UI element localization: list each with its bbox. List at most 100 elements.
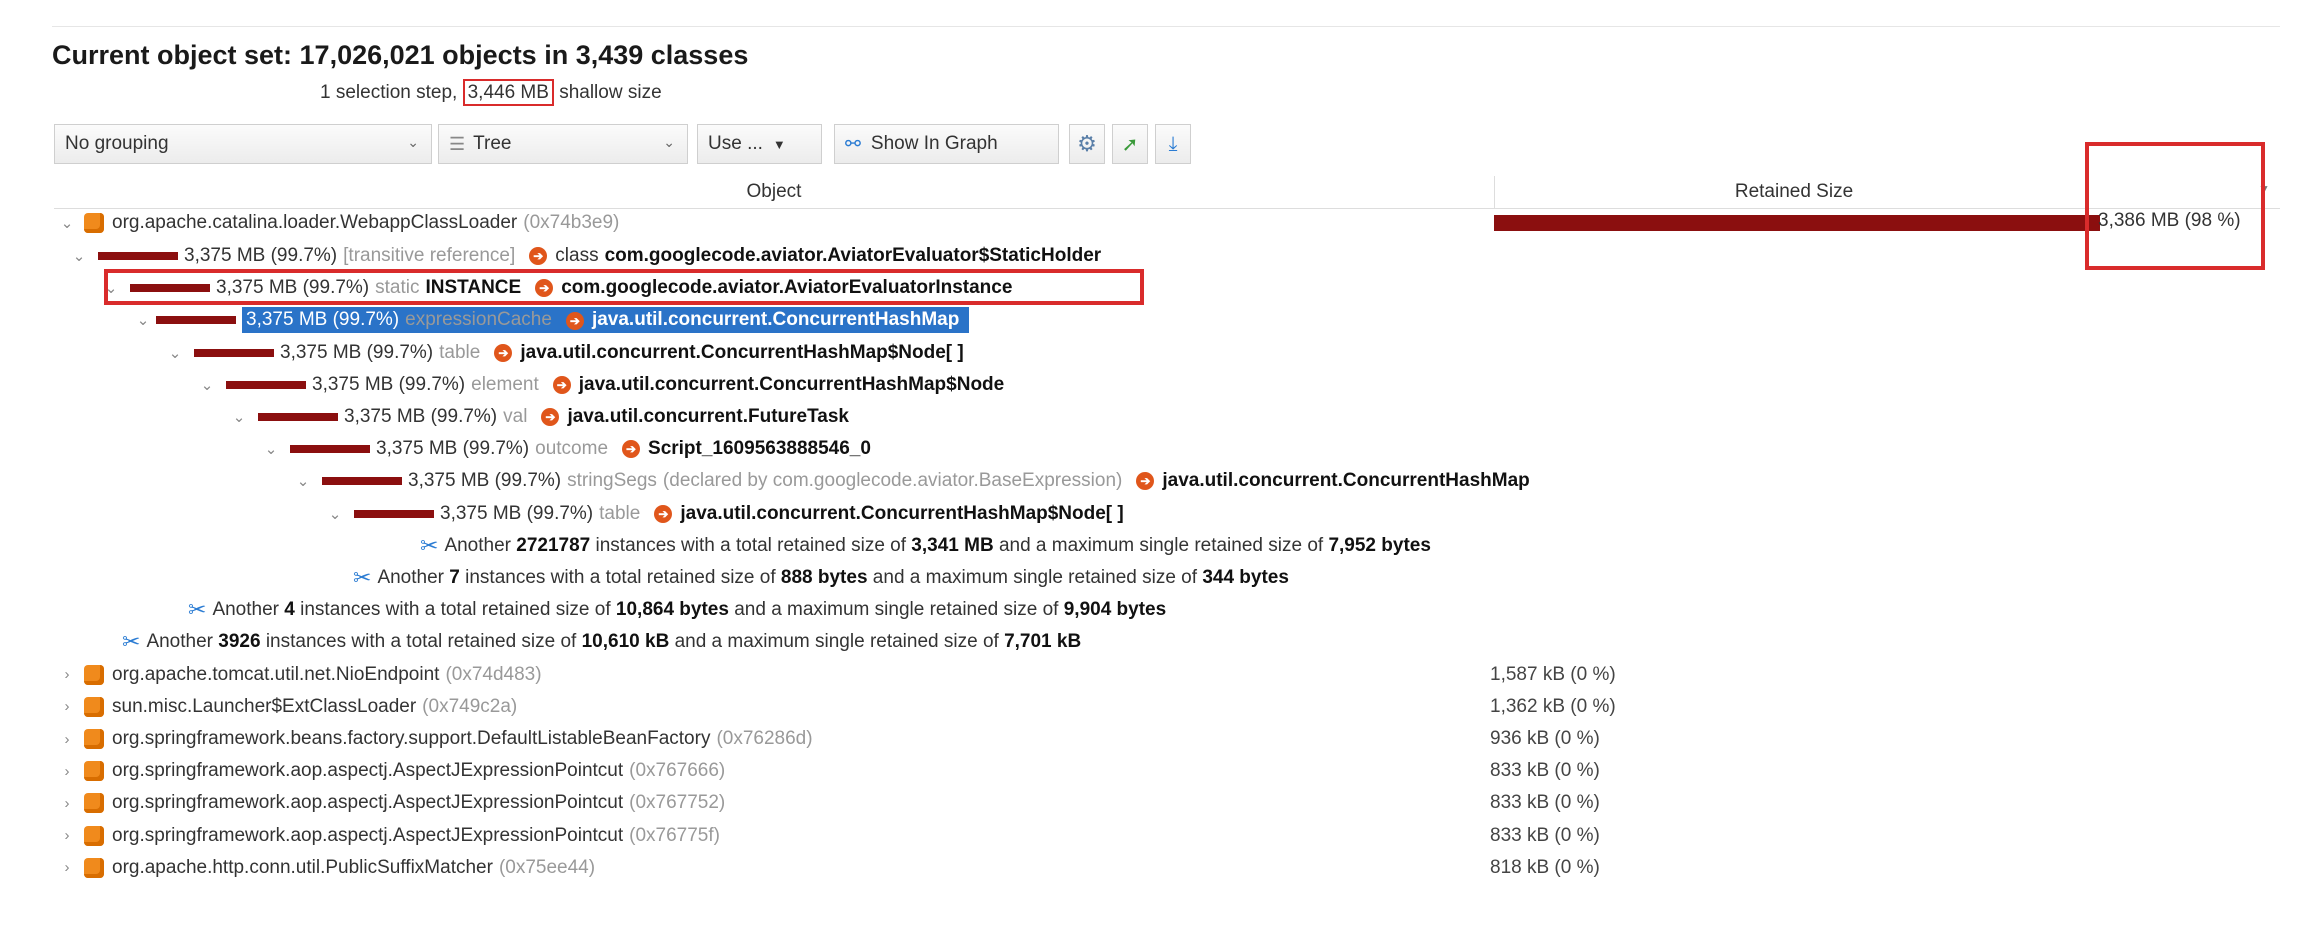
table-row[interactable]: ⌄ 3,375 MB (99.7%) stringSegs (declared by … [0, 466, 2310, 496]
table-row[interactable]: ⌄ 3,375 MB (99.7%) [transitive reference] ➔… [0, 241, 2310, 271]
class-cube-icon [84, 729, 104, 749]
column-header-retained-size[interactable]: Retained Size [1494, 176, 2094, 208]
selected-node[interactable]: 3,375 MB (99.7%) expressionCache ➔ java.uti… [242, 307, 970, 334]
expand-chevron-icon[interactable]: › [54, 795, 80, 812]
table-row-collapsed[interactable]: › org.apache.tomcat.util.net.NioEndpoint(… [0, 660, 2310, 690]
expand-chevron-icon[interactable]: › [54, 731, 80, 748]
another-instances-row[interactable]: ✂ Another 2721787 instances with a total … [0, 531, 2310, 561]
table-row[interactable]: ⌄ 3,375 MB (99.7%) expressionCache ➔ java.ut… [0, 305, 2310, 335]
expand-chevron-icon[interactable]: › [54, 763, 80, 780]
table-row-collapsed[interactable]: › org.apache.http.conn.util.PublicSuffixM… [0, 853, 2310, 883]
grouping-label: No grouping [65, 133, 169, 154]
expand-chevron-icon[interactable]: ⌄ [290, 472, 316, 490]
class-cube-icon [84, 664, 104, 685]
instance-count: 4 [284, 599, 295, 621]
reference-arrow-icon: ➔ [552, 375, 571, 394]
retained-size-text: 3,375 MB (99.7%) [376, 438, 530, 460]
retained-size-text: 3,375 MB (99.7%) [408, 470, 562, 492]
view-select[interactable]: ☰ Tree ⌄ [438, 124, 688, 164]
reference-size-bar [354, 509, 434, 518]
class-name: org.apache.tomcat.util.net.NioEndpoint [112, 663, 440, 685]
reference-size-bar [98, 252, 178, 260]
expand-chevron-icon[interactable]: ⌄ [162, 344, 188, 362]
class-name: org.springframework.aop.aspectj.AspectJE… [112, 760, 624, 782]
table-row-collapsed[interactable]: › org.springframework.aop.aspectj.AspectJ… [0, 756, 2310, 786]
retained-size-text: 833 kB (0 %) [1490, 760, 1600, 782]
class-cube-icon [84, 825, 104, 846]
expand-chevron-icon[interactable]: › [54, 698, 80, 715]
expand-chevron-icon[interactable]: › [54, 827, 80, 844]
use-dropdown-button[interactable]: Use ... ▼ [697, 124, 822, 164]
class-name: org.springframework.beans.factory.suppor… [112, 728, 711, 749]
object-id: (0x75ee44) [498, 856, 596, 878]
expand-chevron-icon[interactable]: ⌄ [226, 408, 252, 426]
table-row[interactable]: ⌄ 3,375 MB (99.7%) table ➔ java.util.concurr… [0, 338, 2310, 368]
expand-chevron-icon[interactable]: ⌄ [54, 214, 80, 232]
total-retained: 3,341 MB [911, 534, 994, 556]
root-object-cell: ⌄ org.apache.catalina.loader.WebappClass… [54, 208, 619, 238]
object-id: (0x76775f) [629, 824, 720, 846]
retained-size-text: 3,375 MB (99.7%) [280, 341, 434, 363]
expand-chevron-icon[interactable]: ⌄ [258, 440, 284, 458]
tree-icon: ☰ [449, 133, 466, 154]
declared-by: (declared by com.googlecode.aviator.Base… [662, 470, 1123, 492]
grouping-select[interactable]: No grouping ⌄ [54, 124, 432, 164]
table-header: Object Retained Size ▼ [54, 176, 2280, 209]
object-cell: › org.apache.tomcat.util.net.NioEndpoint(… [54, 660, 542, 690]
show-in-graph-button[interactable]: ⚯ Show In Graph [834, 124, 1059, 164]
another-instances-row[interactable]: ✂ Another 4 instances with a total retain… [0, 595, 2310, 625]
import-button[interactable]: ⤓ [1155, 124, 1191, 164]
expand-chevron-icon[interactable]: › [54, 859, 80, 876]
table-row[interactable]: ⌄ 3,375 MB (99.7%) outcome ➔ Script_16095638… [0, 434, 2310, 464]
class-name: com.googlecode.aviator.AviatorEvaluator$… [604, 245, 1102, 266]
total-retained: 10,864 bytes [615, 599, 729, 621]
settings-button[interactable]: ⚙ [1069, 124, 1105, 164]
object-cell: ⌄ 3,375 MB (99.7%) table ➔ java.util.concurr… [322, 499, 1130, 529]
another-mid2: and a maximum single retained size of [728, 599, 1064, 621]
another-instances-row[interactable]: ✂ Another 7 instances with a total retain… [0, 563, 2310, 593]
object-id: (0x767666) [629, 760, 726, 782]
expand-chevron-icon[interactable]: ⌄ [130, 311, 156, 329]
class-cube-icon [84, 696, 104, 717]
reference-arrow-icon: ➔ [565, 312, 584, 331]
retained-size-text: 3,375 MB (99.7%) [246, 309, 400, 331]
object-cell: ⌄ 3,375 MB (99.7%) val ➔ java.util.concurren… [226, 402, 855, 432]
class-name: java.util.concurrent.ConcurrentHashMap$N… [680, 502, 1124, 524]
reference-arrow-icon: ➔ [1136, 472, 1155, 491]
another-prefix: Another [377, 567, 450, 588]
export-button[interactable]: ➚ [1112, 124, 1148, 164]
table-row-collapsed[interactable]: › org.springframework.beans.factory.suppo… [0, 724, 2310, 754]
max-retained: 7,701 kB [1004, 631, 1082, 653]
top-divider [52, 26, 2280, 27]
reference-name: table [599, 502, 641, 524]
another-instances-row[interactable]: ✂ Another 3926 instances with a total ret… [0, 627, 2310, 657]
table-row-collapsed[interactable]: › org.springframework.aop.aspectj.AspectJ… [0, 821, 2310, 851]
highlight-box-retained [2085, 142, 2265, 270]
reference-arrow-icon: ➔ [654, 504, 673, 523]
table-row[interactable]: ⌄ 3,375 MB (99.7%) table ➔ java.util.concurr… [0, 499, 2310, 529]
object-cell: › sun.misc.Launcher$ExtClassLoader (0x749c… [54, 692, 517, 722]
retained-size-text: 833 kB (0 %) [1490, 824, 1600, 846]
expand-chevron-icon[interactable]: › [54, 666, 80, 683]
table-row[interactable]: ⌄ 3,375 MB (99.7%) element ➔ java.util.concu… [0, 370, 2310, 400]
table-row-collapsed[interactable]: › org.springframework.aop.aspectj.AspectJ… [0, 788, 2310, 818]
another-mid: instances with a total retained size of [260, 631, 582, 653]
expand-chevron-icon[interactable]: ⌄ [322, 505, 348, 523]
table-row-collapsed[interactable]: › sun.misc.Launcher$ExtClassLoader (0x749c… [0, 692, 2310, 722]
retained-size-text: 1,587 kB (0 %) [1490, 663, 1616, 685]
another-prefix: Another [444, 534, 517, 556]
reference-name: val [503, 406, 528, 427]
class-name: java.util.concurrent.ConcurrentHashMap [591, 309, 960, 331]
object-cell: › org.springframework.beans.factory.suppo… [54, 724, 813, 754]
show-in-graph-label: Show In Graph [870, 133, 998, 154]
reference-name: element [471, 373, 539, 395]
column-header-object[interactable]: Object [54, 176, 1495, 208]
expand-chevron-icon[interactable]: ⌄ [194, 376, 220, 394]
export-icon: ➚ [1121, 133, 1139, 156]
expand-chevron-icon[interactable]: ⌄ [66, 247, 92, 265]
table-row[interactable]: ⌄ 3,375 MB (99.7%) val ➔ java.util.concurren… [0, 402, 2310, 432]
another-cell: ✂ Another 4 instances with a total retain… [188, 595, 1166, 625]
another-mid: instances with a total retained size of [294, 599, 616, 621]
instance-count: 2721787 [516, 534, 591, 556]
class-cube-icon [84, 761, 104, 782]
